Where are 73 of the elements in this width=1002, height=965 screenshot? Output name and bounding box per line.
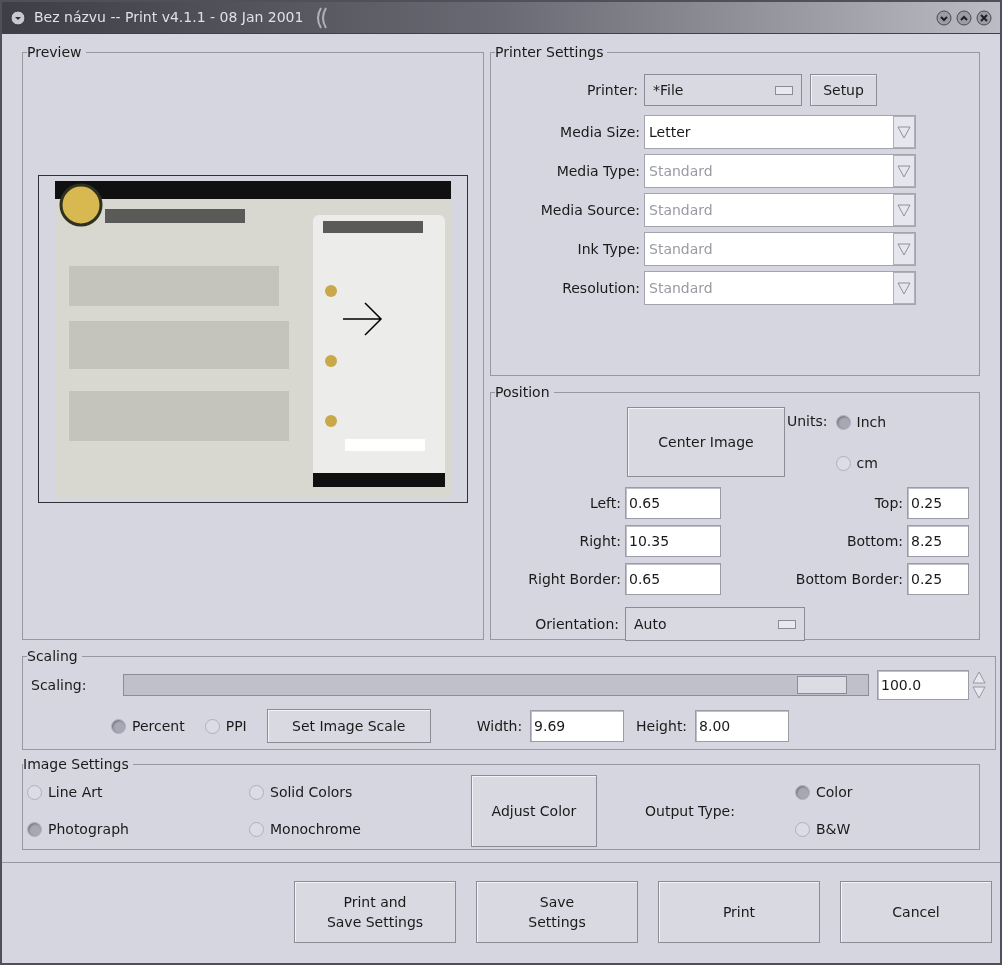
spinner-icon — [971, 669, 987, 701]
input-field[interactable]: 8.00 — [695, 710, 790, 742]
field-label: Orientation: — [534, 614, 620, 634]
setup-button[interactable]: Setup — [810, 74, 877, 106]
field-label: Right Border: — [527, 569, 622, 589]
field-label: Units: — [787, 412, 828, 431]
field-label: Media Type: — [555, 161, 641, 181]
field-label: Media Source: — [539, 200, 641, 220]
radio-button[interactable] — [835, 415, 851, 430]
field-label: Height: — [636, 716, 689, 736]
radio-button[interactable] — [249, 785, 264, 800]
minimize-icon — [936, 9, 952, 26]
radio-label: Percent — [132, 716, 185, 736]
group-title: Printer Settings — [495, 43, 605, 62]
field-label: Bottom Border: — [794, 569, 904, 589]
field-label: Bottom: — [845, 531, 904, 551]
field-label: Left: — [588, 493, 622, 513]
radio-label: Solid Colors — [270, 783, 353, 802]
dialog-button[interactable]: Save Settings — [476, 881, 638, 943]
maximize-icon — [956, 9, 972, 26]
menu-indicator-icon — [775, 85, 793, 95]
menu-icon — [10, 9, 26, 26]
adjust-color-button[interactable]: Adjust Color — [471, 775, 597, 847]
input-field[interactable]: 0.65 — [625, 487, 721, 519]
slider-thumb[interactable] — [797, 676, 848, 694]
field-label: Output Type: — [645, 801, 736, 821]
group-title: Scaling — [27, 647, 79, 666]
radio-label: Line Art — [48, 783, 103, 802]
window-title: Bez názvu -- Print v4.1.1 - 08 Jan 2001 — [34, 8, 304, 27]
radio-button[interactable] — [795, 785, 810, 800]
field-label: Scaling: — [31, 675, 88, 695]
radio-button[interactable] — [249, 822, 264, 837]
field-label: Printer: — [585, 80, 639, 100]
radio-label: Inch — [856, 413, 887, 432]
dropdown-field[interactable]: Letter — [644, 115, 916, 149]
field-label: Media Size: — [559, 122, 641, 142]
menu-indicator-icon — [778, 619, 796, 629]
set-image-scale-button[interactable]: Set Image Scale — [266, 709, 431, 743]
group-title: Preview — [27, 43, 83, 62]
field-label: Top: — [873, 493, 904, 513]
radio-label: Photograph — [48, 820, 129, 839]
radio-button[interactable] — [27, 822, 42, 837]
field-label: Right: — [578, 531, 622, 551]
radio-button[interactable] — [204, 718, 220, 734]
radio-label: Monochrome — [270, 820, 361, 839]
input-field[interactable]: 0.65 — [625, 563, 721, 595]
radio-label: B&W — [816, 820, 851, 839]
radio-button[interactable] — [795, 822, 810, 837]
radio-label: PPI — [225, 716, 247, 736]
field-label: Resolution: — [561, 278, 641, 298]
printer-menu[interactable]: *File — [644, 74, 802, 106]
input-field[interactable]: 0.25 — [907, 563, 969, 595]
input-field[interactable]: 10.35 — [625, 525, 721, 557]
group-title: Image Settings — [23, 755, 130, 774]
radio-button[interactable] — [111, 718, 126, 734]
dialog-button[interactable]: Print — [658, 881, 820, 943]
input-field[interactable]: 0.25 — [907, 487, 969, 519]
scaling-field[interactable]: 100.0 — [877, 670, 969, 700]
orientation-menu[interactable]: Auto — [625, 607, 805, 641]
radio-label: Color — [816, 783, 853, 802]
radio-button[interactable] — [27, 785, 42, 800]
radio-label: cm — [856, 454, 878, 473]
slider-track[interactable] — [123, 674, 869, 696]
input-field[interactable]: 8.25 — [907, 525, 969, 557]
dialog-button[interactable]: Print and Save Settings — [294, 881, 456, 943]
center-image-button[interactable]: Center Image — [627, 407, 785, 477]
radio-button[interactable] — [835, 456, 851, 471]
input-field[interactable]: 9.69 — [530, 710, 625, 742]
field-label: Ink Type: — [576, 239, 641, 259]
dialog-button[interactable]: Cancel — [840, 881, 992, 943]
close-icon — [976, 9, 992, 26]
field-label: Width: — [476, 716, 524, 736]
group-title: Position — [495, 383, 551, 402]
